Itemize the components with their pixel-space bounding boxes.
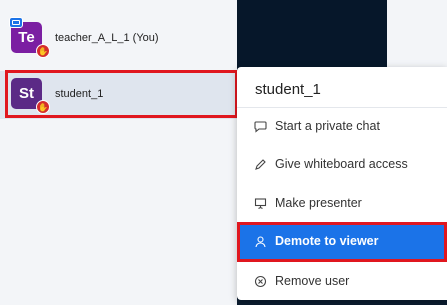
- start-private-chat-item[interactable]: Start a private chat: [237, 107, 447, 145]
- menu-item-label: Remove user: [275, 274, 350, 288]
- chat-bubble-icon: [253, 119, 267, 133]
- remove-user-item[interactable]: Remove user: [237, 262, 447, 300]
- menu-title: student_1: [255, 81, 321, 98]
- pencil-icon: [253, 157, 267, 171]
- make-presenter-item[interactable]: Make presenter: [237, 184, 447, 222]
- user-name-teacher: teacher_A_L_1 (You): [55, 32, 159, 44]
- presentation-board-icon: [253, 196, 267, 210]
- user-list-panel: Te ✋ teacher_A_L_1 (You) St ✋ student_1: [0, 0, 238, 305]
- presentation-screen-icon: [9, 17, 23, 28]
- raised-hand-icon: ✋: [36, 100, 50, 114]
- user-name-student: student_1: [55, 88, 104, 100]
- menu-item-label: Give whiteboard access: [275, 157, 408, 171]
- demote-to-viewer-item[interactable]: Demote to viewer: [237, 222, 447, 260]
- menu-item-label: Start a private chat: [275, 119, 380, 133]
- remove-circle-icon: [253, 274, 267, 288]
- raised-hand-icon: ✋: [36, 44, 50, 58]
- give-whiteboard-access-item[interactable]: Give whiteboard access: [237, 145, 447, 183]
- user-context-menu: student_1 Start a private chat Give whit…: [237, 67, 447, 300]
- app-root: Te ✋ teacher_A_L_1 (You) St ✋ student_1 …: [0, 0, 447, 305]
- menu-item-label: Demote to viewer: [275, 234, 379, 248]
- menu-item-label: Make presenter: [275, 196, 362, 210]
- user-icon: [253, 234, 267, 248]
